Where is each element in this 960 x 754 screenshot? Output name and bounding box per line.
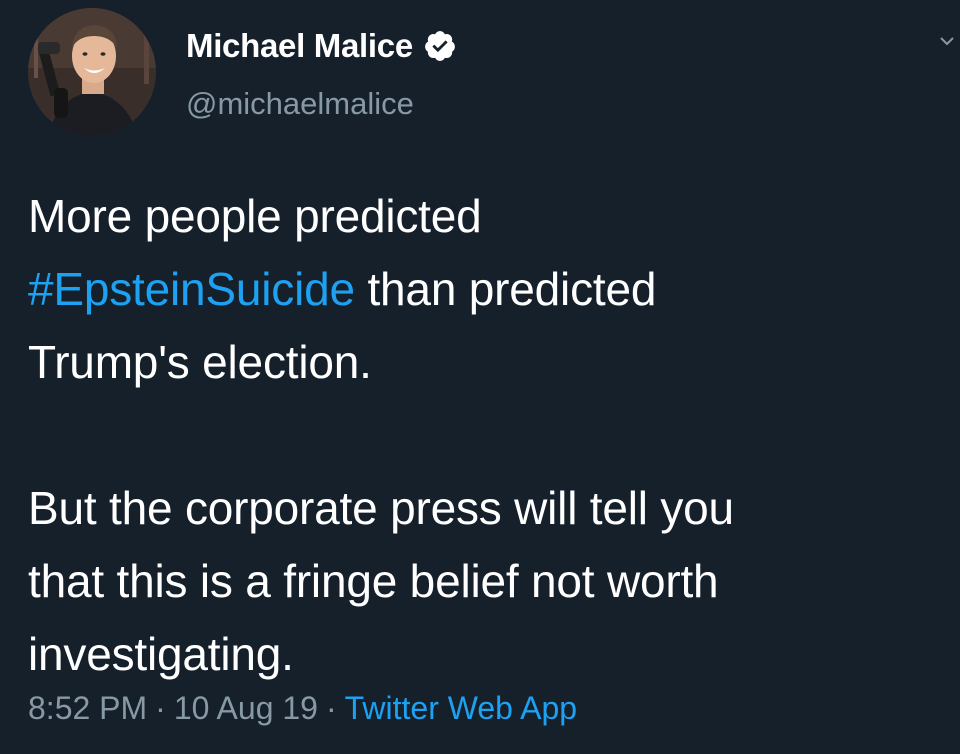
meta-separator: ·	[155, 690, 166, 726]
tweet-card: Michael Malice @michaelmalice More peopl…	[0, 0, 960, 754]
tweet-date[interactable]: 10 Aug 19	[174, 690, 318, 726]
meta-separator: ·	[325, 690, 337, 726]
tweet-text-line: #EpsteinSuicide than predicted	[28, 253, 938, 326]
chevron-down-icon[interactable]	[938, 32, 956, 50]
hashtag-link[interactable]: #EpsteinSuicide	[28, 263, 355, 315]
author-handle[interactable]: @michaelmalice	[186, 86, 414, 122]
author-name-row: Michael Malice	[186, 24, 457, 68]
tweet-text-line: More people predicted	[28, 190, 482, 242]
avatar[interactable]	[28, 8, 156, 136]
tweet-text-line: But the corporate press will tell you	[28, 482, 734, 534]
tweet-text: More people predicted #EpsteinSuicide th…	[28, 180, 938, 691]
tweet-time[interactable]: 8:52 PM	[28, 690, 147, 726]
author-display-name[interactable]: Michael Malice	[186, 27, 413, 65]
tweet-text-fragment: than predicted	[354, 263, 657, 315]
tweet-text-line: that this is a fringe belief not worth	[28, 555, 719, 607]
verified-badge-icon	[425, 31, 455, 61]
tweet-source-link[interactable]: Twitter Web App	[345, 690, 577, 726]
tweet-text-line: investigating.	[28, 628, 294, 680]
tweet-text-line: Trump's election.	[28, 336, 372, 388]
tweet-meta: 8:52 PM · 10 Aug 19 · Twitter Web App	[28, 690, 577, 727]
